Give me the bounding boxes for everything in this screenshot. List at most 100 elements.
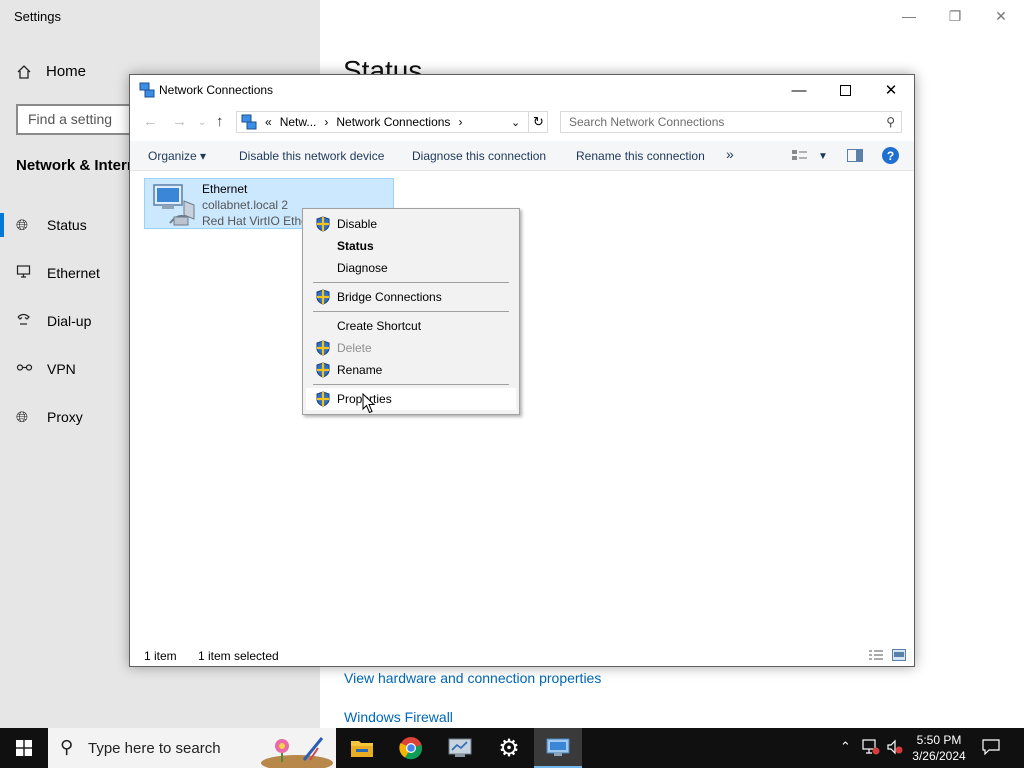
chevron-right-icon[interactable]: › [324,115,328,129]
phone-icon [0,312,47,331]
uac-shield-icon [316,362,330,378]
context-menu: Disable Status Diagnose Bridge Connectio… [302,208,520,415]
rename-button[interactable]: Rename this connection [576,149,705,163]
sidebar-item-label: Proxy [47,409,83,425]
recent-chevron-icon[interactable]: ⌄ [198,117,206,128]
restore-button[interactable]: ❐ [932,0,978,32]
menu-item-status[interactable]: Status [306,235,516,257]
network-connections-taskbar-button[interactable] [534,728,582,768]
search-highlight-icon [261,737,333,768]
chrome-icon [399,737,423,760]
connection-network: collabnet.local 2 [202,198,289,212]
minimize-button[interactable]: — [776,75,822,105]
clock-date: 3/26/2024 [912,749,966,763]
taskbar-search-input[interactable]: ⚲ Type here to search [48,728,336,768]
menu-item-rename[interactable]: Rename [306,359,516,381]
window-title: Network Connections [159,83,274,97]
more-commands-button[interactable]: » [726,146,734,162]
file-explorer-taskbar-button[interactable] [338,728,386,768]
organize-button[interactable]: Organize ▾ [148,149,206,163]
sidebar-item-home[interactable]: Home [16,63,86,80]
menu-separator [313,311,509,312]
address-row: ← → ⌄ ↑ « Netw... › Network Connections … [130,108,914,138]
settings-taskbar-button[interactable]: ⚙ [485,728,533,768]
connection-adapter: Red Hat VirtIO Ethe... [202,214,318,228]
close-button[interactable]: ✕ [868,75,914,105]
taskbar: ⚲ Type here to search ⚙ ⌃ 5:50 PM 3/26/2… [0,728,1024,768]
search-input[interactable]: Search Network Connections ⚲ [560,111,902,133]
start-button[interactable] [0,728,48,768]
title-bar[interactable]: Network Connections — ✕ [130,75,914,105]
menu-separator [313,384,509,385]
notification-icon[interactable] [982,739,1000,758]
network-status-icon[interactable] [862,739,880,758]
menu-item-create-shortcut[interactable]: Create Shortcut [306,315,516,337]
network-connections-icon [139,82,155,98]
find-setting-input[interactable]: Find a setting [16,104,146,135]
sidebar-item-vpn[interactable]: VPN [0,357,76,381]
sidebar-item-proxy[interactable]: 🌐︎ Proxy [0,405,83,429]
close-button[interactable]: ✕ [978,0,1024,32]
menu-item-properties[interactable]: Properties [306,388,516,410]
view-options-icon[interactable] [792,149,807,165]
folder-icon [351,741,373,757]
view-hardware-link[interactable]: View hardware and connection properties [344,670,601,686]
system-clock[interactable]: 5:50 PM 3/26/2024 [906,732,972,764]
sidebar-item-label: VPN [47,361,76,377]
maximize-button[interactable] [822,75,868,105]
breadcrumb-current[interactable]: Network Connections [336,115,450,129]
maximize-icon [839,84,851,96]
breadcrumb-overflow[interactable]: « [265,115,272,129]
menu-item-diagnose[interactable]: Diagnose [306,257,516,279]
minimize-button[interactable]: — [886,0,932,32]
windows-firewall-link[interactable]: Windows Firewall [344,709,453,725]
settings-window-controls: — ❐ ✕ [886,0,1024,32]
sidebar-item-ethernet[interactable]: Ethernet [0,261,100,285]
breadcrumb[interactable]: Netw... [280,115,317,129]
volume-muted-icon[interactable] [886,739,904,758]
network-adapter-icon [153,184,195,226]
back-arrow-icon[interactable]: ← [143,113,158,130]
preview-pane-icon[interactable] [847,149,863,165]
chevron-up-icon[interactable]: ⌃ [840,739,851,755]
chevron-down-icon[interactable]: ⌄ [511,116,520,129]
vpn-icon [0,360,47,379]
sidebar-item-dialup[interactable]: Dial-up [0,309,91,333]
sidebar-item-label: Ethernet [47,265,100,281]
menu-item-disable[interactable]: Disable [306,213,516,235]
search-icon: ⚲ [60,737,74,757]
sidebar-item-status[interactable]: 🌐︎ Status [0,213,87,237]
details-view-icon[interactable] [868,649,884,664]
chevron-right-icon[interactable]: › [458,115,462,129]
chrome-taskbar-button[interactable] [387,728,435,768]
command-bar: Organize ▾ Disable this network device D… [130,141,914,171]
selected-count: 1 item selected [198,649,279,663]
help-icon[interactable]: ? [882,147,899,164]
uac-shield-icon [316,391,330,407]
diagnose-button[interactable]: Diagnose this connection [412,149,546,163]
refresh-button[interactable]: ↻ [528,111,548,133]
uac-shield-icon [316,216,330,232]
find-setting-placeholder: Find a setting [28,111,113,127]
uac-shield-icon [316,289,330,305]
globe-icon: 🌐︎ [16,408,29,426]
address-bar[interactable]: « Netw... › Network Connections › ⌄ [236,111,548,133]
search-icon: ⚲ [886,115,895,129]
home-label: Home [46,63,87,80]
clock-time: 5:50 PM [916,733,962,747]
tiles-view-icon[interactable] [892,649,906,664]
network-folder-icon [241,114,257,130]
menu-item-delete: Delete [306,337,516,359]
server-manager-taskbar-button[interactable] [436,728,484,768]
network-connections-window: Network Connections — ✕ ← → ⌄ ↑ « Netw..… [129,74,915,667]
mouse-cursor-icon [362,393,376,414]
chevron-down-icon[interactable]: ▼ [818,151,828,162]
up-arrow-icon[interactable]: ↑ [216,113,224,130]
forward-arrow-icon[interactable]: → [172,113,187,130]
home-icon [17,64,31,79]
sidebar-item-label: Status [47,217,87,233]
uac-shield-icon [316,340,330,356]
disable-device-button[interactable]: Disable this network device [239,149,384,163]
globe-icon: 🌐︎ [16,216,29,234]
menu-item-bridge-connections[interactable]: Bridge Connections [306,286,516,308]
